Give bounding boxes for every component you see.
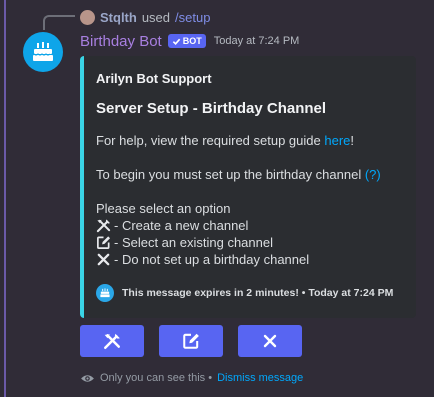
select-prompt: Please select an option xyxy=(96,201,231,216)
ephemeral-notice: Only you can see this • Dismiss message xyxy=(80,370,303,386)
reply-used-text: used xyxy=(141,9,171,25)
edit-icon xyxy=(183,333,199,349)
checkmark-icon xyxy=(172,38,180,45)
dismiss-message-link[interactable]: Dismiss message xyxy=(217,372,303,384)
setup-guide-link[interactable]: here xyxy=(324,133,350,148)
bot-avatar[interactable] xyxy=(23,32,63,72)
birthday-channel-help-link[interactable]: (?) xyxy=(365,167,381,182)
select-channel-button[interactable] xyxy=(159,325,223,357)
option-select-label: - Select an existing channel xyxy=(114,235,273,250)
help-suffix: ! xyxy=(350,133,355,148)
option-skip-label: - Do not set up a birthday channel xyxy=(114,252,310,267)
help-text: For help, view the required setup guide xyxy=(96,133,325,148)
left-rule xyxy=(4,0,6,397)
tools-icon xyxy=(96,219,111,233)
message-header: Birthday Bot BOT Today at 7:24 PM xyxy=(80,31,299,51)
footer-cake-icon xyxy=(96,284,114,302)
eye-icon xyxy=(81,374,94,382)
edit-icon xyxy=(97,236,111,249)
option-create-label: - Create a new channel xyxy=(114,218,249,233)
bot-tag: BOT xyxy=(167,34,206,48)
option-create: - Create a new channel xyxy=(96,217,408,234)
embed-footer-text: This message expires in 2 minutes! • Tod… xyxy=(122,287,394,299)
begin-text: To begin you must set up the birthday ch… xyxy=(96,167,365,182)
close-icon xyxy=(263,334,277,348)
cake-icon xyxy=(33,42,53,61)
create-channel-button[interactable] xyxy=(80,325,144,357)
ephemeral-text: Only you can see this • xyxy=(100,372,213,384)
tools-icon xyxy=(104,333,120,349)
option-select: - Select an existing channel xyxy=(96,234,408,251)
close-icon xyxy=(97,253,110,266)
user-avatar[interactable] xyxy=(80,9,95,25)
embed-card: Arilyn Bot Support Server Setup - Birthd… xyxy=(80,56,416,318)
embed-accent-bar xyxy=(80,56,84,318)
embed-footer: This message expires in 2 minutes! • Tod… xyxy=(96,284,393,302)
action-buttons xyxy=(80,325,302,357)
message-timestamp: Today at 7:24 PM xyxy=(213,35,300,47)
embed-description: For help, view the required setup guide … xyxy=(96,132,408,268)
embed-title: Server Setup - Birthday Channel xyxy=(96,100,327,117)
reply-connector xyxy=(43,15,75,30)
command-reply-header: Stqlth used /setup xyxy=(80,8,210,26)
skip-channel-button[interactable] xyxy=(238,325,302,357)
bot-tag-label: BOT xyxy=(182,36,202,46)
bot-username[interactable]: Birthday Bot xyxy=(80,33,162,50)
reply-username[interactable]: Stqlth xyxy=(100,10,137,25)
reply-command[interactable]: /setup xyxy=(175,10,210,25)
option-skip: - Do not set up a birthday channel xyxy=(96,251,408,268)
embed-author: Arilyn Bot Support xyxy=(96,71,212,86)
